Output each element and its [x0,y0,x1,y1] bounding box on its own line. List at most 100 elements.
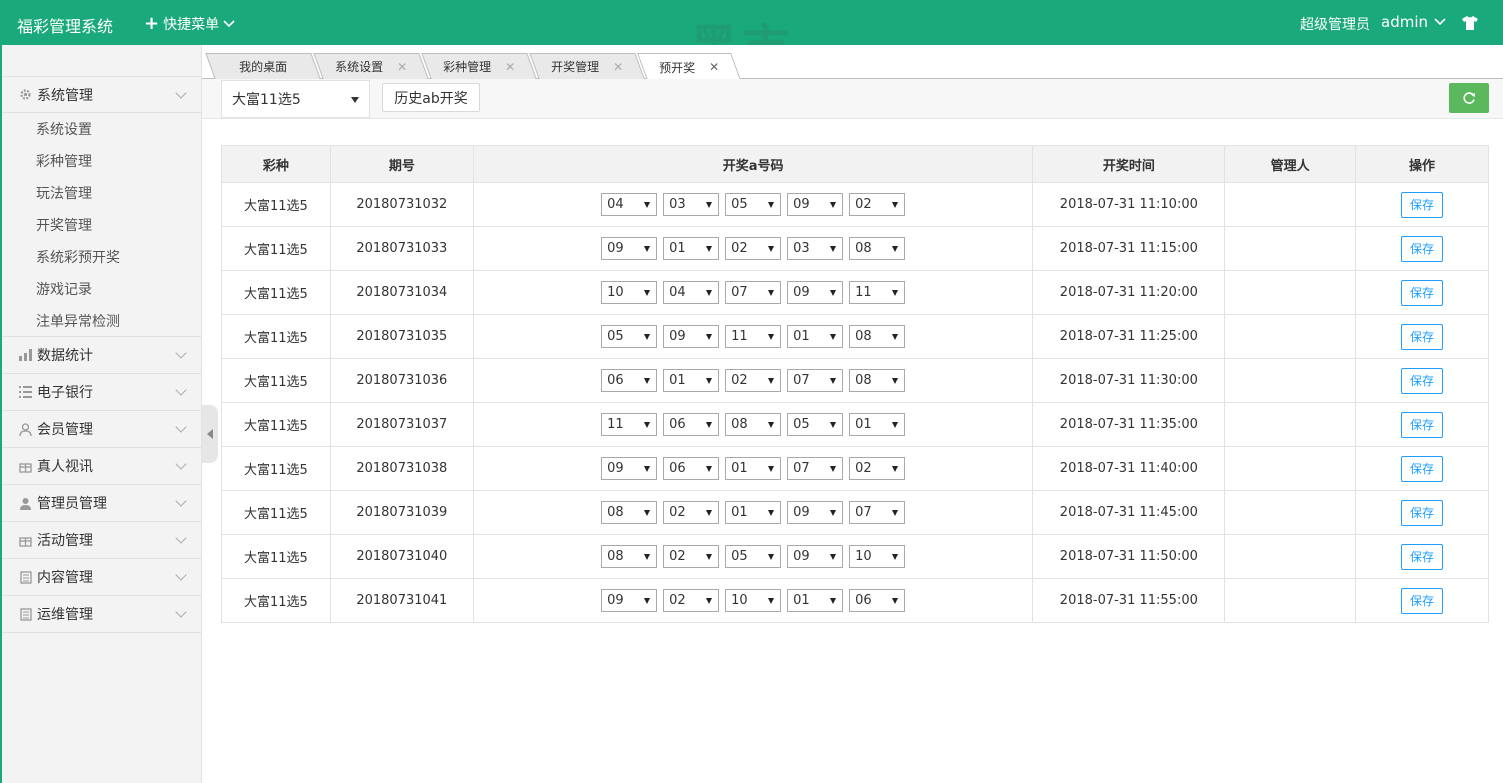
close-icon[interactable]: ✕ [613,60,623,74]
skin-theme-icon[interactable] [1462,16,1478,30]
sidebar-group-statistics[interactable]: 数据统计 [2,337,201,374]
number-select-2[interactable]: 06 [663,457,720,480]
cell-draw-time: 2018-07-31 11:10:00 [1032,182,1226,227]
number-select-5[interactable]: 06 [849,589,906,612]
number-select-2[interactable]: 03 [663,193,720,216]
number-select-2[interactable]: 02 [663,501,720,524]
number-select-4[interactable]: 09 [787,281,844,304]
tab-pre-draw[interactable]: 预开奖 ✕ [637,53,741,80]
number-select-4[interactable]: 01 [787,589,844,612]
save-button[interactable]: 保存 [1401,455,1444,482]
number-select-1[interactable]: 08 [601,501,658,524]
number-select-5[interactable]: 01 [849,413,906,436]
tab-lottery-types[interactable]: 彩种管理 ✕ [421,53,537,79]
number-select-2[interactable]: 01 [663,237,720,260]
number-select-2[interactable]: 02 [663,589,720,612]
number-select-5[interactable]: 08 [849,237,906,260]
close-icon[interactable]: ✕ [505,60,515,74]
sidebar-collapse-button[interactable] [202,405,218,463]
number-select-5[interactable]: 07 [849,501,906,524]
refresh-button[interactable] [1449,83,1489,113]
save-button[interactable]: 保存 [1401,235,1444,262]
sidebar-item-play-management[interactable]: 玩法管理 [2,177,201,209]
number-select-3[interactable]: 11 [725,325,782,348]
number-select-1[interactable]: 10 [601,281,658,304]
sidebar-item-bet-anomaly[interactable]: 注单异常检测 [2,305,201,337]
number-select-2[interactable]: 09 [663,325,720,348]
sidebar-group-ops[interactable]: 运维管理 [2,596,201,633]
number-select-3[interactable]: 05 [725,193,782,216]
number-select-4[interactable]: 05 [787,413,844,436]
save-button[interactable]: 保存 [1401,587,1444,614]
number-select-1[interactable]: 09 [601,589,658,612]
number-select-3[interactable]: 07 [725,281,782,304]
number-select-5[interactable]: 08 [849,325,906,348]
chevron-down-icon [175,421,187,433]
close-icon[interactable]: ✕ [397,60,407,74]
number-select-4[interactable]: 09 [787,545,844,568]
sidebar-group-ebank[interactable]: 电子银行 [2,374,201,411]
save-button[interactable]: 保存 [1401,411,1444,438]
number-select-4[interactable]: 09 [787,501,844,524]
save-button[interactable]: 保存 [1401,323,1444,350]
number-select-3[interactable]: 02 [725,237,782,260]
number-select-3[interactable]: 08 [725,413,782,436]
number-select-4[interactable]: 01 [787,325,844,348]
sidebar-group-members[interactable]: 会员管理 [2,411,201,448]
number-select-4[interactable]: 07 [787,369,844,392]
number-select-2[interactable]: 01 [663,369,720,392]
number-select-3[interactable]: 10 [725,589,782,612]
number-select-1[interactable]: 09 [601,237,658,260]
number-select-2[interactable]: 02 [663,545,720,568]
sidebar-item-lottery-types[interactable]: 彩种管理 [2,145,201,177]
sidebar-group-live-video[interactable]: 真人视讯 [2,448,201,485]
cell-issue: 20180731035 [329,314,474,359]
save-button[interactable]: 保存 [1401,543,1444,570]
number-select-3[interactable]: 02 [725,369,782,392]
lottery-select[interactable]: 大富11选5 [221,80,370,118]
number-select-4[interactable]: 03 [787,237,844,260]
number-select-2[interactable]: 06 [663,413,720,436]
number-select-5[interactable]: 02 [849,457,906,480]
user-menu[interactable]: admin [1381,13,1446,31]
sidebar-item-pre-draw[interactable]: 系统彩预开奖 [2,241,201,273]
number-select-3[interactable]: 01 [725,457,782,480]
number-select-5[interactable]: 10 [849,545,906,568]
sidebar-group-system[interactable]: 系统管理 [2,76,201,113]
cell-manager [1224,402,1357,447]
history-ab-draw-button[interactable]: 历史ab开奖 [382,83,480,112]
tab-desktop[interactable]: 我的桌面 [205,53,321,79]
number-select-2[interactable]: 04 [663,281,720,304]
save-button[interactable]: 保存 [1401,367,1444,394]
number-select-5[interactable]: 02 [849,193,906,216]
number-select-3[interactable]: 05 [725,545,782,568]
sidebar-group-admins[interactable]: 管理员管理 [2,485,201,522]
column-header-manager: 管理人 [1224,145,1357,183]
number-selects: 09 06 01 07 02 [474,457,1033,480]
sidebar-group-activities[interactable]: 活动管理 [2,522,201,559]
sidebar-item-game-records[interactable]: 游戏记录 [2,273,201,305]
save-button[interactable]: 保存 [1401,499,1444,526]
number-select-5[interactable]: 11 [849,281,906,304]
cell-numbers: 09 01 02 03 08 [472,226,1034,271]
sidebar-group-content[interactable]: 内容管理 [2,559,201,596]
number-select-1[interactable]: 09 [601,457,658,480]
number-select-1[interactable]: 08 [601,545,658,568]
number-select-4[interactable]: 07 [787,457,844,480]
quick-menu-button[interactable]: + 快捷菜单 [144,14,235,34]
number-select-1[interactable]: 04 [601,193,658,216]
sidebar-item-system-settings[interactable]: 系统设置 [2,113,201,145]
save-button[interactable]: 保存 [1401,279,1444,306]
number-select-3[interactable]: 01 [725,501,782,524]
number-select-1[interactable]: 11 [601,413,658,436]
save-button[interactable]: 保存 [1401,191,1444,218]
number-select-5[interactable]: 08 [849,369,906,392]
tab-draw-management[interactable]: 开奖管理 ✕ [529,53,645,79]
close-icon[interactable]: ✕ [709,60,719,74]
number-select-1[interactable]: 06 [601,369,658,392]
number-select-4[interactable]: 09 [787,193,844,216]
column-header-action: 操作 [1355,145,1489,183]
sidebar-item-draw-management[interactable]: 开奖管理 [2,209,201,241]
number-select-1[interactable]: 05 [601,325,658,348]
tab-system-settings[interactable]: 系统设置 ✕ [313,53,429,79]
